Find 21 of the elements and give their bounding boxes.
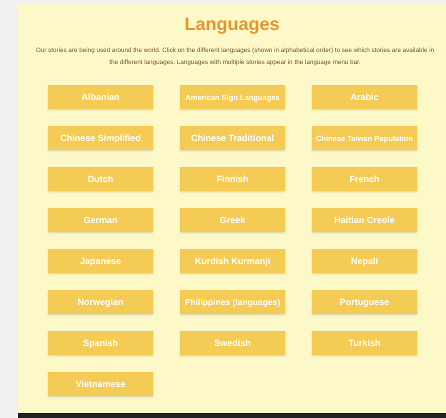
language-button[interactable]: Haitian Creole	[312, 208, 417, 232]
language-button[interactable]: Chinese Simplified	[48, 126, 153, 150]
language-button[interactable]: Greek	[180, 208, 285, 232]
language-button[interactable]: Turkish	[312, 331, 417, 355]
language-button[interactable]: Arabic	[312, 85, 417, 109]
language-button[interactable]: Japanese	[48, 249, 153, 273]
language-button[interactable]: Chinese Traditional	[180, 126, 285, 150]
language-button[interactable]: Portuguese	[312, 290, 417, 314]
language-button[interactable]: Dutch	[48, 167, 153, 191]
language-button[interactable]: French	[312, 167, 417, 191]
page-title: Languages	[183, 13, 281, 35]
language-button[interactable]: German	[48, 208, 153, 232]
language-button[interactable]: Swedish	[180, 331, 285, 355]
language-button[interactable]: Spanish	[48, 331, 153, 355]
language-button[interactable]: Finnish	[180, 167, 285, 191]
language-button[interactable]: Albanian	[48, 85, 153, 109]
language-button[interactable]: Nepali	[312, 249, 417, 273]
language-button[interactable]: Norwegian	[48, 290, 153, 314]
language-button[interactable]: Vietnamese	[48, 372, 153, 396]
language-button[interactable]: Kurdish Kurmanji	[180, 249, 285, 273]
language-button[interactable]: Philippines (languages)	[180, 290, 285, 314]
